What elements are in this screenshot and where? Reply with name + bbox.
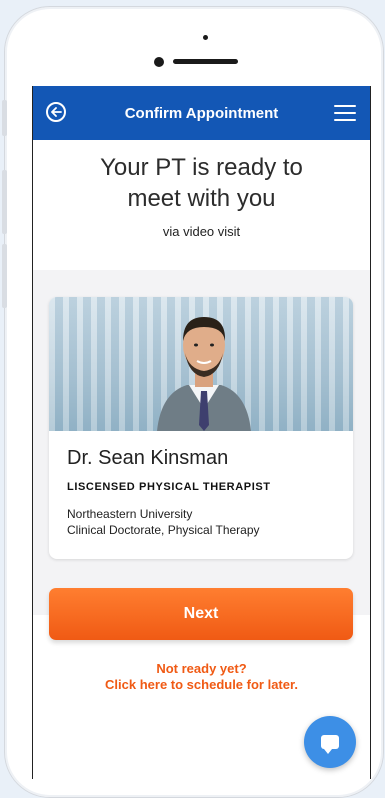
visit-type-text: via video visit — [162, 224, 241, 239]
next-button[interactable]: Next — [49, 588, 353, 640]
app-header: Confirm Appointment — [33, 86, 370, 140]
therapist-card: Dr. Sean Kinsman LISCENSED PHYSICAL THER… — [49, 297, 353, 559]
front-camera — [154, 57, 164, 67]
hamburger-menu-icon[interactable] — [334, 105, 356, 121]
volume-down-button — [2, 244, 7, 308]
therapist-name: Dr. Sean Kinsman — [67, 447, 229, 469]
headline: Your PT is ready to meet with you — [33, 152, 370, 214]
therapist-portrait — [157, 317, 251, 431]
later-line-2: Click here to schedule for later. — [105, 677, 298, 692]
volume-up-button — [2, 170, 7, 234]
therapist-photo — [49, 297, 353, 431]
therapist-school: Northeastern University — [67, 507, 193, 521]
later-line-1: Not ready yet? — [156, 661, 247, 676]
back-arrow-icon — [50, 107, 62, 117]
intro-section: Your PT is ready to meet with you via vi… — [33, 140, 370, 270]
schedule-later-link[interactable]: Not ready yet? Click here to schedule fo… — [33, 661, 370, 693]
chat-bubble-icon — [321, 735, 339, 754]
app-screen: Confirm Appointment Your PT is ready to … — [32, 86, 371, 779]
headline-line-1: Your PT is ready to — [100, 154, 303, 181]
back-button[interactable] — [46, 102, 66, 122]
chat-button[interactable] — [304, 716, 356, 768]
headline-line-2: meet with you — [127, 185, 276, 212]
earpiece-speaker — [173, 59, 238, 64]
sensor-dot — [203, 35, 208, 40]
page-title: Confirm Appointment — [124, 104, 279, 122]
therapist-title: LISCENSED PHYSICAL THERAPIST — [67, 481, 271, 493]
therapist-section: Dr. Sean Kinsman LISCENSED PHYSICAL THER… — [33, 270, 370, 615]
mute-switch — [2, 100, 7, 136]
therapist-degree: Clinical Doctorate, Physical Therapy — [67, 523, 260, 537]
